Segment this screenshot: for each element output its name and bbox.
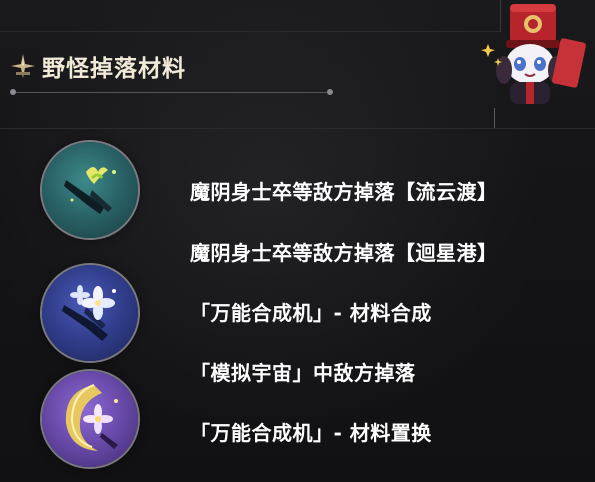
star-compass-icon: [11, 54, 35, 78]
teal-bud-material-icon: [64, 167, 116, 214]
blue-flower-material-icon: [62, 285, 116, 341]
frame-top: [0, 0, 501, 32]
underline-dot-left: [10, 89, 16, 95]
material-icon-tier-1[interactable]: [42, 142, 138, 238]
frame-bottom-divider: [0, 128, 595, 129]
header-underline: [12, 92, 330, 93]
drop-materials-panel: 野怪掉落材料 魔阴身士卒等敌方掉落【流云渡】 魔阴身士卒等敌方掉落【迴星港】 「…: [0, 0, 595, 482]
purple-gold-crescent-material-icon: [65, 384, 118, 451]
underline-dot-right: [327, 89, 333, 95]
drop-source-3: 「万能合成机」- 材料合成: [190, 301, 432, 325]
section-title: 野怪掉落材料: [42, 56, 186, 82]
section-header: 野怪掉落材料: [10, 46, 186, 86]
drop-source-4: 「模拟宇宙」中敌方掉落: [190, 361, 416, 385]
frame-top-divider: [0, 31, 500, 32]
pom-pom-mascot-icon: [481, 4, 586, 104]
material-icon-tier-3[interactable]: [42, 371, 138, 467]
material-icon-tier-2[interactable]: [42, 265, 138, 361]
frame-right-accent: [494, 108, 495, 128]
drop-source-2: 魔阴身士卒等敌方掉落【迴星港】: [190, 241, 498, 265]
drop-source-5: 「万能合成机」- 材料置换: [190, 421, 432, 445]
drop-source-1: 魔阴身士卒等敌方掉落【流云渡】: [190, 180, 498, 204]
